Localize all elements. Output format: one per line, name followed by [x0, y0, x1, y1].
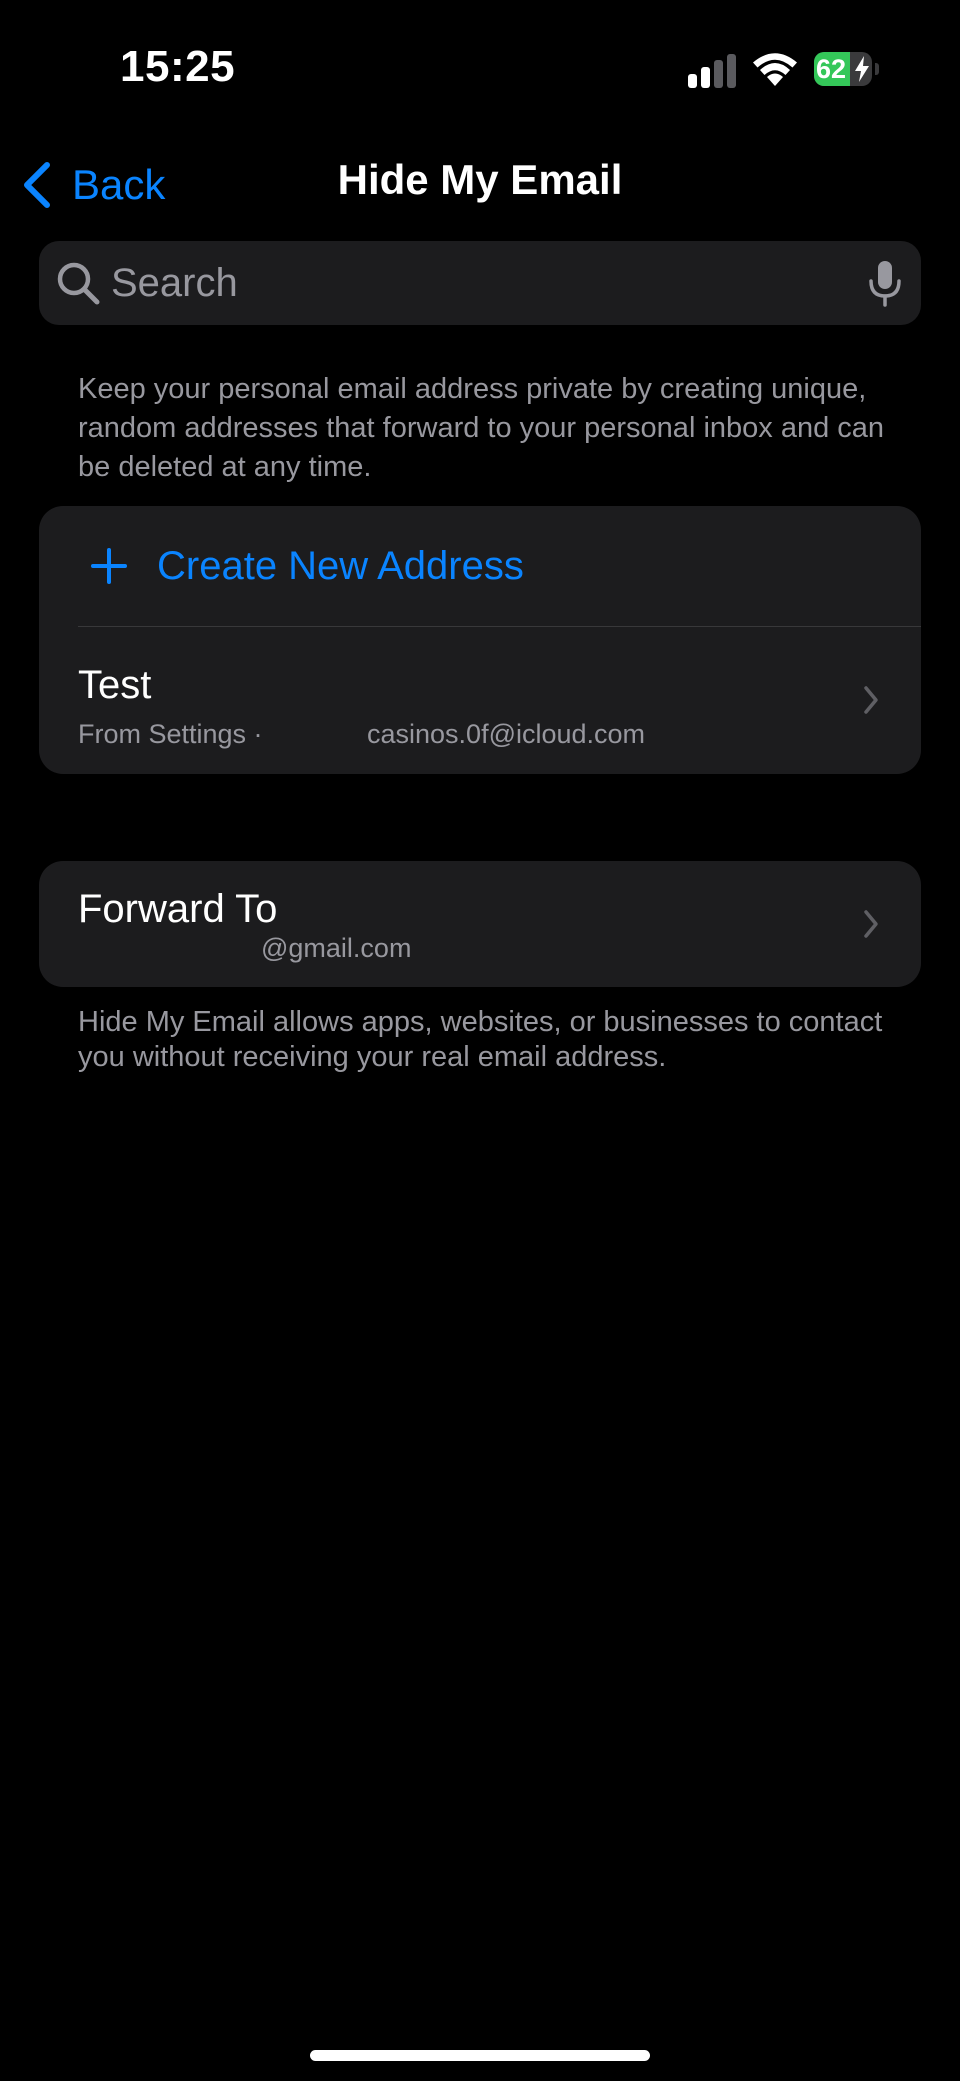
battery-level: 62: [816, 54, 847, 84]
wifi-icon: [753, 53, 797, 86]
addresses-card: Create New Address Test From Settings · …: [39, 506, 921, 774]
microphone-icon[interactable]: [867, 259, 903, 307]
footer-note: Hide My Email allows apps, websites, or …: [78, 1006, 883, 1073]
description-text: Keep your personal email address private…: [78, 373, 885, 483]
address-source: From Settings ·: [78, 719, 263, 749]
create-new-address-button[interactable]: Create New Address: [39, 506, 921, 626]
create-new-address-label: Create New Address: [157, 544, 524, 588]
plus-icon: [91, 548, 127, 584]
address-email: casinos.0f@icloud.com: [367, 719, 646, 749]
forward-to-title: Forward To: [78, 887, 278, 931]
back-button[interactable]: Back: [20, 155, 165, 215]
forward-to-row[interactable]: Forward To @gmail.com: [39, 861, 921, 987]
back-label: Back: [72, 161, 166, 208]
address-title: Test: [78, 663, 152, 707]
search-input[interactable]: [111, 241, 871, 325]
address-row-test[interactable]: Test From Settings · casinos.0f@icloud.c…: [39, 627, 921, 774]
status-time: 15:25: [120, 42, 236, 91]
home-indicator[interactable]: [310, 2050, 650, 2061]
chevron-right-icon: [864, 686, 878, 714]
search-bar[interactable]: [39, 241, 921, 325]
signal-icon: [688, 54, 736, 88]
chevron-left-icon: [24, 162, 50, 208]
search-icon: [57, 262, 100, 305]
chevron-right-icon: [864, 910, 878, 938]
charging-bolt-icon: [855, 56, 869, 82]
battery-icon: 62: [814, 52, 880, 88]
forward-to-email: @gmail.com: [261, 933, 412, 963]
